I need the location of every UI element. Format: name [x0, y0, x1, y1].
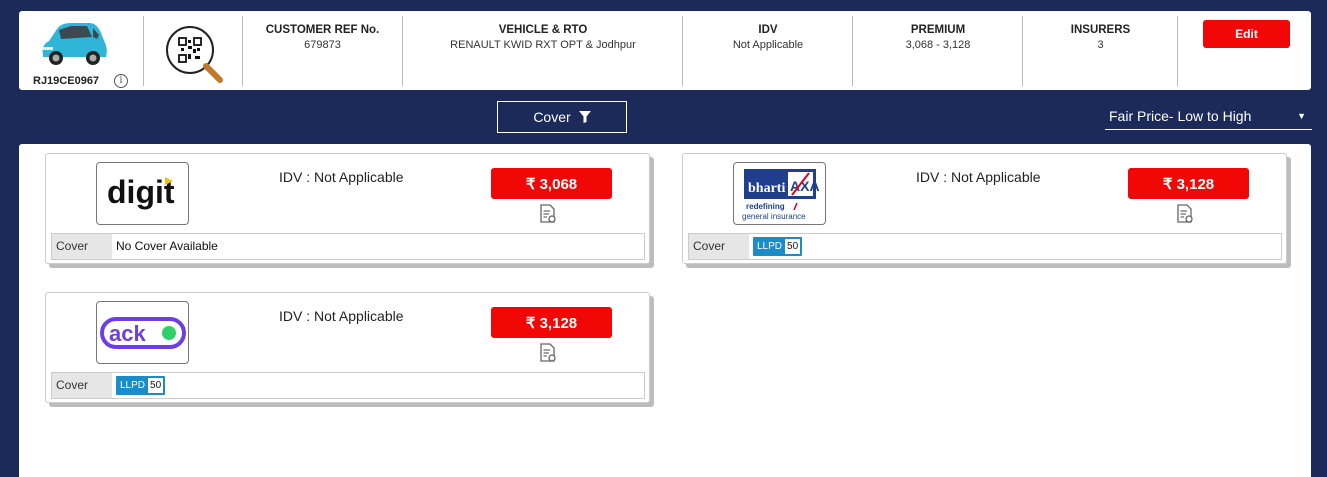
insurers-value: 3	[1097, 39, 1104, 51]
quote-idv: IDV : Not Applicable	[279, 169, 404, 185]
idv-value: Not Applicable	[732, 39, 804, 51]
premium-value: 3,068 - 3,128	[905, 39, 971, 51]
dropdown-caret-icon: ▼	[1297, 111, 1306, 121]
premium-label: PREMIUM	[910, 24, 966, 36]
premium-column: PREMIUM 3,068 - 3,128	[853, 24, 1023, 51]
svg-text:bharti: bharti	[748, 181, 785, 196]
quote-card: digit IDV : Not Applicable ₹ 3,068 Cover…	[45, 153, 650, 264]
premium-price-button[interactable]: ₹ 3,128	[491, 307, 612, 338]
cover-value: LLPD 50	[749, 234, 1281, 259]
quote-summary-header: RJ19CE0967 i CUSTOMER REF No. 679873 VEH…	[19, 11, 1311, 90]
insurers-label: INSURERS	[1070, 24, 1131, 36]
addon-chip-label: LLPD	[120, 380, 146, 391]
cover-label: Cover	[689, 234, 749, 259]
cover-row: Cover LLPD 50	[51, 372, 645, 399]
filter-icon	[578, 111, 591, 123]
cover-filter-button[interactable]: Cover	[497, 101, 627, 133]
quote-idv: IDV : Not Applicable	[279, 308, 404, 324]
sort-select[interactable]: Fair Price- Low to High ▼	[1105, 104, 1312, 130]
policy-document-icon[interactable]	[1175, 204, 1195, 224]
divider	[143, 16, 144, 86]
acko-logo: ack	[96, 301, 189, 364]
cover-row: Cover No Cover Available	[51, 233, 645, 260]
sort-selected-value: Fair Price- Low to High	[1109, 108, 1252, 124]
svg-text:ack: ack	[109, 321, 146, 346]
vehicle-thumbnail: RJ19CE0967 i	[19, 11, 143, 90]
info-icon[interactable]: i	[114, 74, 128, 88]
cover-filter-label: Cover	[533, 109, 571, 125]
cover-row: Cover LLPD 50	[688, 233, 1282, 260]
svg-text:general insurance: general insurance	[742, 212, 806, 221]
cover-label: Cover	[52, 234, 112, 259]
bharti-axa-logo: bharti AXA redefining general insurance	[733, 162, 826, 225]
premium-price-button[interactable]: ₹ 3,128	[1128, 168, 1249, 199]
divider	[1177, 16, 1178, 86]
divider	[242, 16, 243, 86]
addon-chip: LLPD 50	[753, 237, 803, 256]
addon-chip-label: LLPD	[757, 241, 783, 252]
edit-button[interactable]: Edit	[1203, 20, 1290, 48]
premium-price-button[interactable]: ₹ 3,068	[491, 168, 612, 199]
addon-chip-value: 50	[148, 378, 164, 393]
quote-idv: IDV : Not Applicable	[916, 169, 1041, 185]
svg-text:redefining: redefining	[746, 202, 785, 211]
svg-text:digit: digit	[107, 174, 175, 210]
cover-label: Cover	[52, 373, 112, 398]
customer-ref-label: CUSTOMER REF No.	[265, 24, 380, 36]
idv-column: IDV Not Applicable	[683, 24, 853, 51]
vehicle-rto-column: VEHICLE & RTO RENAULT KWID RXT OPT & Jod…	[403, 24, 683, 51]
idv-label: IDV	[758, 24, 778, 36]
policy-document-icon[interactable]	[538, 343, 558, 363]
addon-chip-value: 50	[785, 239, 801, 254]
addon-chip: LLPD 50	[116, 376, 166, 395]
vehicle-rto-label: VEHICLE & RTO	[498, 24, 588, 36]
customer-ref-column: CUSTOMER REF No. 679873	[259, 24, 386, 51]
cover-value: LLPD 50	[112, 373, 644, 398]
insurers-column: INSURERS 3	[1023, 24, 1178, 51]
quote-card: bharti AXA redefining general insurance …	[682, 153, 1287, 264]
digit-logo: digit	[96, 162, 189, 225]
policy-document-icon[interactable]	[538, 204, 558, 224]
quotes-panel: digit IDV : Not Applicable ₹ 3,068 Cover…	[19, 144, 1311, 477]
quote-card: ack IDV : Not Applicable ₹ 3,128 Cover L…	[45, 292, 650, 403]
cover-value: No Cover Available	[116, 239, 218, 253]
registration-number: RJ19CE0967	[33, 75, 100, 87]
car-image	[42, 23, 107, 65]
vehicle-rto-value: RENAULT KWID RXT OPT & Jodhpur	[450, 39, 636, 51]
qr-search-icon[interactable]	[164, 24, 226, 89]
customer-ref-value: 679873	[304, 39, 341, 51]
